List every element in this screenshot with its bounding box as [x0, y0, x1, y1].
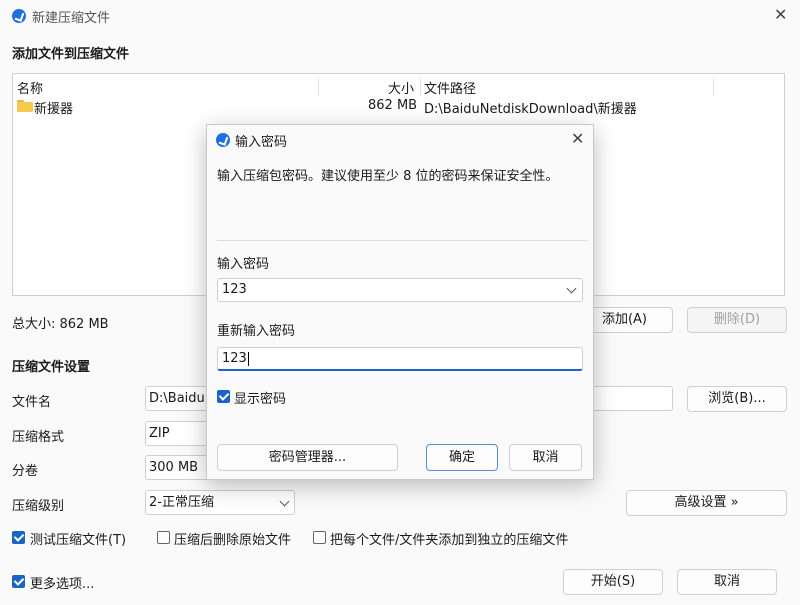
remove-button[interactable]: 删除(D) — [687, 307, 787, 333]
column-separator[interactable] — [420, 77, 421, 96]
password-label: 输入密码 — [217, 257, 270, 272]
split-label: 分卷 — [12, 464, 39, 479]
more-options-label[interactable]: 更多选项... — [30, 573, 94, 592]
zip-app-icon — [216, 133, 230, 147]
row-size: 862 MB — [368, 98, 418, 113]
zip-app-icon — [12, 9, 26, 23]
confirm-password-value: 123 — [222, 351, 247, 366]
ok-button[interactable]: 确定 — [426, 444, 498, 471]
format-value: ZIP — [149, 426, 170, 441]
delete-after-checkbox[interactable] — [157, 531, 170, 544]
start-button[interactable]: 开始(S) — [563, 569, 663, 595]
close-icon[interactable]: ✕ — [774, 7, 787, 23]
dialog-description: 输入压缩包密码。建议使用至少 8 位的密码来保证安全性。 — [217, 169, 559, 184]
dialog-title: 输入密码 — [235, 135, 288, 150]
text-caret — [247, 351, 249, 366]
advanced-settings-button[interactable]: 高级设置 » — [626, 490, 787, 516]
show-password-checkbox[interactable] — [217, 390, 230, 403]
level-select[interactable]: 2-正常压缩 — [145, 490, 295, 515]
column-header-size[interactable]: 大小 — [388, 78, 414, 97]
password-input[interactable]: 123 — [217, 278, 583, 302]
password-manager-button[interactable]: 密码管理器... — [217, 444, 398, 471]
total-size: 总大小: 862 MB — [12, 317, 109, 332]
settings-heading: 压缩文件设置 — [12, 360, 91, 375]
add-files-heading: 添加文件到压缩文件 — [12, 47, 130, 62]
dialog-close-icon[interactable]: ✕ — [571, 131, 584, 147]
column-separator[interactable] — [713, 77, 714, 96]
password-value: 123 — [222, 282, 247, 297]
level-value: 2-正常压缩 — [149, 495, 214, 510]
dialog-divider — [217, 240, 587, 241]
chevron-down-icon — [279, 496, 290, 507]
confirm-password-input[interactable]: 123 — [217, 347, 583, 371]
test-archive-label[interactable]: 测试压缩文件(T) — [30, 529, 126, 548]
more-options-checkbox[interactable] — [12, 575, 25, 588]
column-separator[interactable] — [318, 77, 319, 96]
chevron-down-icon[interactable] — [566, 283, 577, 294]
dialog-cancel-button[interactable]: 取消 — [509, 444, 582, 471]
delete-after-label[interactable]: 压缩后删除原始文件 — [174, 529, 291, 548]
format-label: 压缩格式 — [12, 430, 65, 445]
separate-archives-checkbox[interactable] — [313, 531, 326, 544]
level-label: 压缩级别 — [12, 499, 65, 514]
column-header-name[interactable]: 名称 — [17, 78, 43, 97]
table-row[interactable]: 新援器 862 MB D:\BaiduNetdiskDownload\新援器 — [13, 97, 784, 117]
row-name: 新援器 — [34, 102, 74, 117]
column-header-path[interactable]: 文件路径 — [424, 78, 476, 97]
folder-icon — [17, 100, 33, 112]
split-value: 300 MB — [149, 460, 199, 475]
window-title: 新建压缩文件 — [32, 11, 111, 26]
cancel-button[interactable]: 取消 — [677, 569, 777, 595]
show-password-label[interactable]: 显示密码 — [234, 388, 286, 407]
test-archive-checkbox[interactable] — [12, 531, 25, 544]
password-dialog: 输入密码 ✕ 输入压缩包密码。建议使用至少 8 位的密码来保证安全性。 输入密码… — [206, 124, 594, 480]
row-path: D:\BaiduNetdiskDownload\新援器 — [424, 102, 637, 117]
filename-label: 文件名 — [12, 395, 52, 410]
confirm-password-label: 重新输入密码 — [217, 324, 296, 339]
browse-button[interactable]: 浏览(B)... — [687, 386, 787, 412]
separate-archives-label[interactable]: 把每个文件/文件夹添加到独立的压缩文件 — [330, 529, 568, 548]
